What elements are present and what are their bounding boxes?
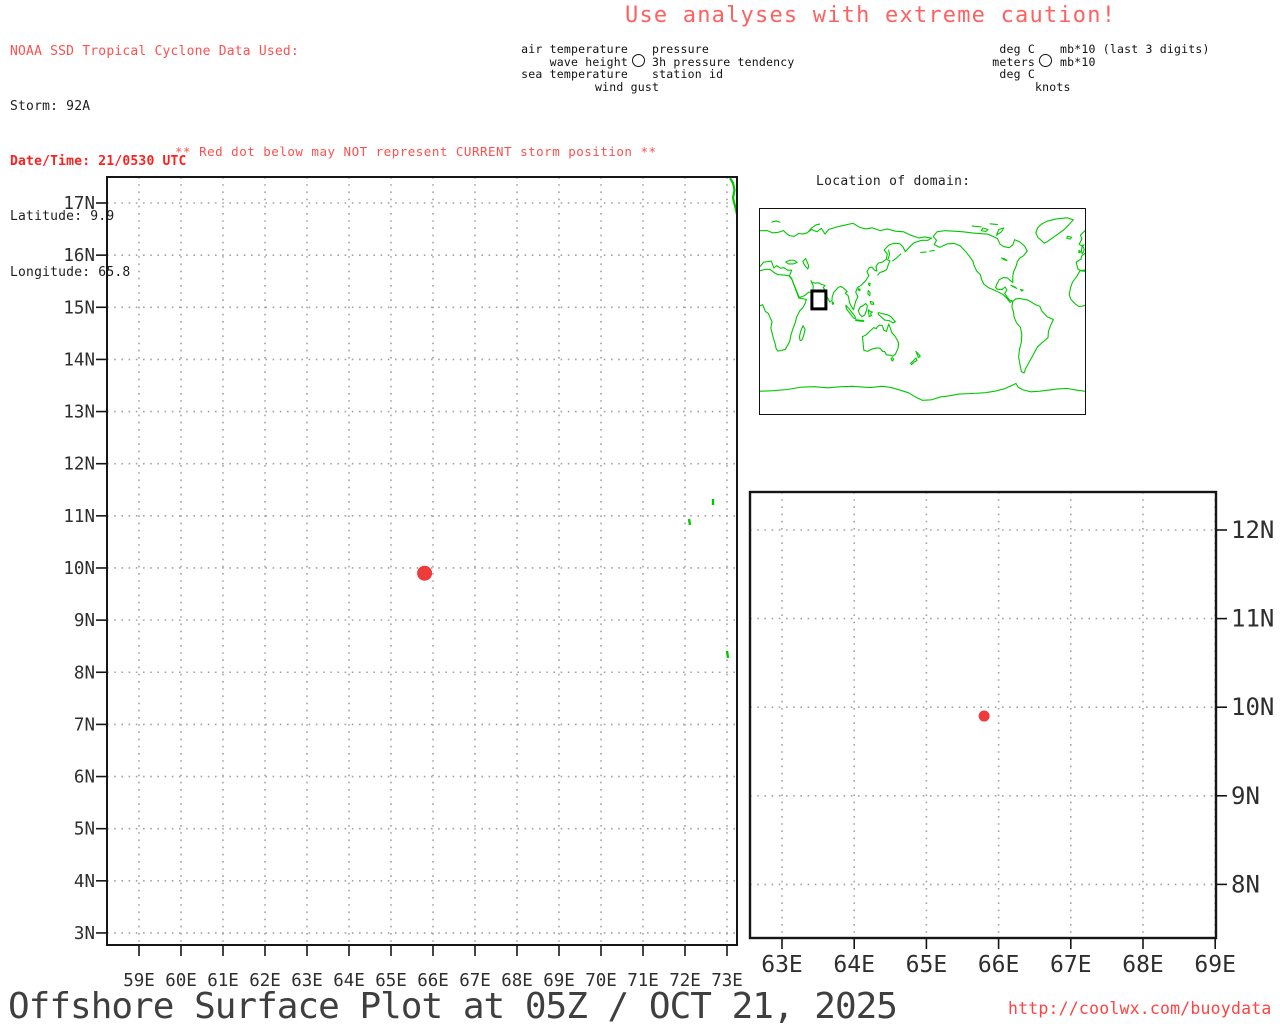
offshore-surface-plot-page: NOAA SSD Tropical Cyclone Data Used: Sto… — [0, 0, 1280, 1024]
y-tick-label: 16N — [63, 246, 95, 266]
storm-position-dot — [978, 710, 990, 722]
storm-position-dot — [417, 565, 433, 581]
source-url: http://coolwx.com/buoydata — [1008, 999, 1272, 1018]
y-tick-label: 10N — [1231, 693, 1274, 721]
y-tick-label: 7N — [74, 715, 95, 735]
x-tick-label: 68E — [1122, 952, 1164, 978]
y-tick-label: 14N — [63, 350, 95, 370]
y-tick-label: 13N — [63, 403, 95, 423]
x-tick-label: 67E — [1050, 952, 1092, 978]
island-mark — [725, 650, 730, 659]
y-tick-label: 9N — [74, 611, 95, 631]
x-tick-label: 64E — [833, 952, 875, 978]
plots-layer: 59E 60E 61E 62E 63E 64E 65E 66E 67E 68E 69E 70E 71E 7… — [63, 176, 1274, 991]
y-tick-label: 5N — [74, 820, 95, 840]
x-tick-label: 69E — [1194, 952, 1236, 978]
y-tick-label: 10N — [63, 559, 95, 579]
y-tick-label: 8N — [1231, 870, 1260, 898]
y-tick-label: 15N — [63, 298, 95, 318]
y-tick-label: 6N — [74, 768, 95, 788]
x-tick-label: 63E — [761, 952, 803, 978]
y-tick-label: 3N — [74, 924, 95, 944]
x-tick-label: 65E — [906, 952, 948, 978]
island-mark — [687, 518, 692, 526]
y-tick-label: 11N — [63, 507, 95, 527]
y-tick-label: 8N — [74, 663, 95, 683]
y-tick-label: 12N — [63, 455, 95, 475]
coastline-fragment — [729, 177, 739, 216]
y-tick-label: 12N — [1231, 516, 1274, 544]
y-tick-label: 17N — [63, 194, 95, 214]
y-tick-label: 11N — [1231, 605, 1274, 633]
y-tick-label: 9N — [1231, 782, 1260, 810]
y-tick-label: 4N — [74, 872, 95, 892]
x-tick-label: 66E — [978, 952, 1020, 978]
page-title: Offshore Surface Plot at 05Z / OCT 21, 2… — [8, 986, 898, 1024]
